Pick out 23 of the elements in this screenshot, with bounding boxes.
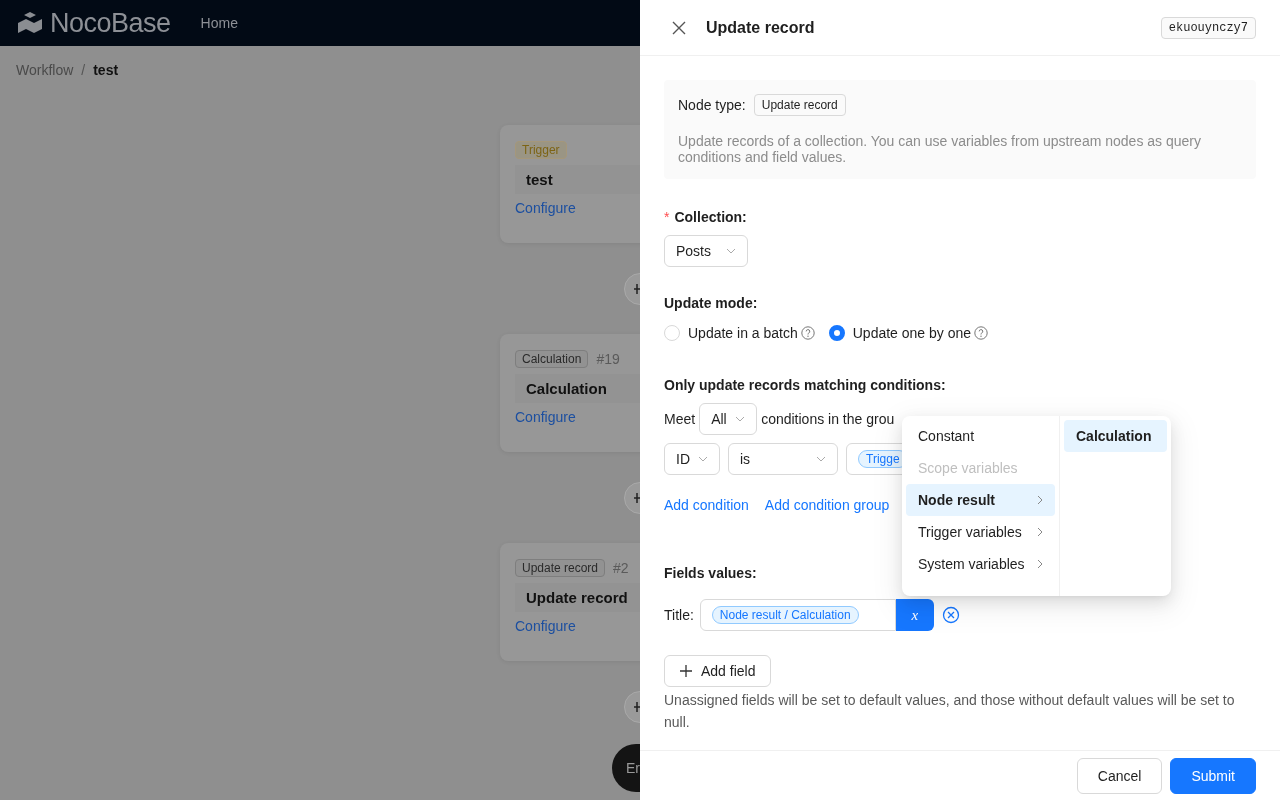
variable-tag: Node result / Calculation bbox=[711, 606, 859, 624]
drawer-title: Update record bbox=[706, 18, 816, 37]
form-label: Fields values: bbox=[664, 565, 757, 581]
node-tag: Update record bbox=[515, 559, 606, 577]
node-tag: Trigger bbox=[515, 141, 567, 159]
required-mark: * bbox=[664, 209, 670, 225]
node-type-tag: Update record bbox=[753, 94, 846, 116]
node-number: #19 bbox=[596, 351, 620, 367]
field-label: Title: bbox=[664, 607, 694, 623]
node-number: #2 bbox=[613, 560, 629, 576]
logo-text: NocoBase bbox=[50, 7, 171, 39]
breadcrumb-item: test bbox=[93, 62, 119, 78]
node-key: ekuouynczy7 bbox=[1160, 16, 1256, 39]
node-description: Update records of a collection. You can use variables from upstream nodes as query conditions and field values. bbox=[678, 133, 1202, 165]
form-label: Only update records matching conditions: bbox=[664, 377, 946, 393]
meet-suffix: conditions in the grou bbox=[761, 411, 895, 427]
hint-text: Unassigned fields will be set to default values, and those without default values will be set to null. bbox=[664, 691, 1236, 732]
form-label: Update mode: bbox=[664, 295, 758, 311]
node-tag: Calculation bbox=[515, 350, 589, 368]
meet-label: Meet bbox=[664, 411, 696, 427]
breadcrumb-separator: / bbox=[81, 62, 86, 78]
form-label: Collection: bbox=[674, 209, 747, 225]
node-type-label: Node type: bbox=[678, 97, 746, 113]
